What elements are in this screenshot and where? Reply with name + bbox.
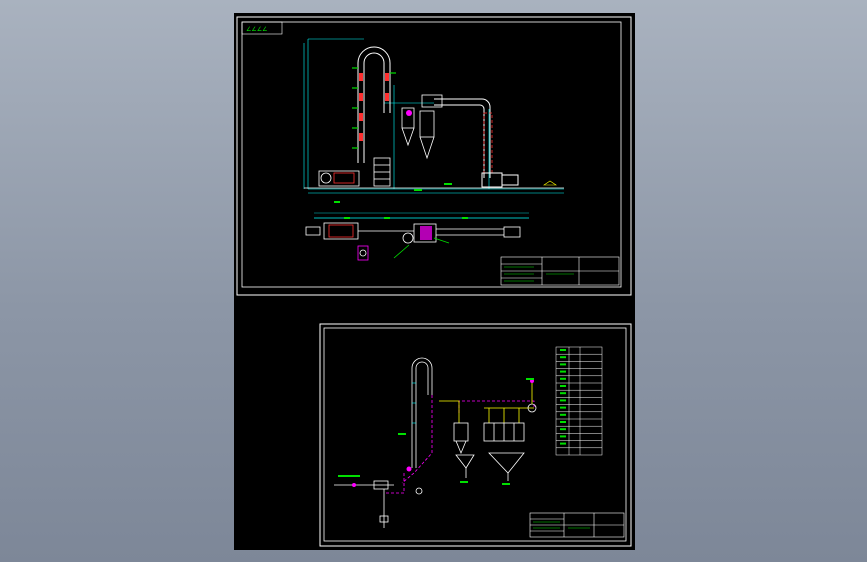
flow-collectors (453, 422, 525, 481)
legend-symbol (560, 349, 566, 351)
title-block-1 (500, 256, 620, 286)
flow-fan (527, 379, 537, 413)
drawing-canvas[interactable]: ∠∠∠∠ (234, 13, 635, 550)
plan-view (305, 212, 529, 261)
sheet-equipment-layout: ∠∠∠∠ (236, 16, 632, 296)
sheet-process-flow (319, 323, 632, 547)
air-heater-unit (318, 157, 391, 187)
legend-symbol (560, 385, 566, 387)
legend-symbol (560, 377, 566, 380)
legend-symbol (560, 370, 566, 373)
legend-symbol (560, 399, 566, 402)
outer-frame-1 (236, 16, 632, 296)
flow-paths-yellow (439, 400, 534, 423)
legend-symbol (560, 392, 566, 395)
cyclone-separators (401, 94, 443, 160)
level-mark (543, 180, 557, 186)
legend-symbol (560, 363, 566, 366)
legend-symbol (560, 356, 566, 359)
title-block-2 (529, 512, 625, 538)
cad-drawing: ∠∠∠∠ (236, 16, 632, 547)
legend-symbol (560, 406, 566, 409)
legend-symbol (560, 435, 566, 438)
legend-symbol (560, 413, 566, 416)
inner-frame-2 (323, 327, 627, 542)
legend-symbol (560, 421, 566, 423)
legend-symbol (560, 428, 566, 431)
legend-symbol (560, 442, 566, 445)
flow-riser (411, 357, 433, 468)
flow-legend-table (555, 346, 603, 456)
exhaust-duct (434, 98, 519, 188)
inner-frame-1 (241, 21, 622, 288)
stamp-marks: ∠∠∠∠ (246, 26, 268, 33)
drying-tube-riser (352, 46, 396, 163)
